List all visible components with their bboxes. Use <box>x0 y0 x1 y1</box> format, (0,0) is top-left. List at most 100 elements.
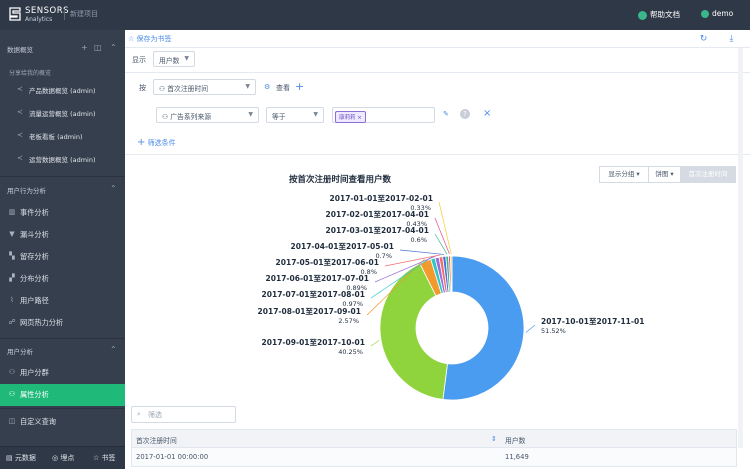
sidebar-item-user-segments[interactable]: ⚇ 用户分群 <box>0 362 125 384</box>
sidebar-item-label: 流量运营概览 (admin) <box>29 110 96 118</box>
pie-slice-percent: 0.43% <box>406 220 427 228</box>
pie-slice-percent: 2.57% <box>338 317 359 325</box>
sidebar-item-label: 分布分析 <box>20 274 49 283</box>
heatmap-icon: ☍ <box>8 318 16 326</box>
bookmarks-button[interactable]: ☆ 书签 <box>93 453 116 463</box>
sidebar-item-funnel[interactable]: ▼ 漏斗分析 <box>0 224 125 246</box>
sidebar-item-retention[interactable]: ▚ 留存分析 <box>0 246 125 268</box>
pie-slice-label: 2017-01-01至2017-02-01 <box>330 194 433 203</box>
overview-section-title: 数据概览 <box>7 46 33 54</box>
distribution-icon: ▞ <box>9 274 15 282</box>
top-bar: SENSORS Analytics 新建项目 帮助文档 demo <box>0 0 750 30</box>
sidebar-divider <box>0 408 125 409</box>
sidebar-item-label: 事件分析 <box>20 208 49 217</box>
pie-slice-percent: 51.52% <box>541 327 566 335</box>
scrollbar[interactable] <box>738 48 743 448</box>
pie-slice-percent: 0.89% <box>346 284 367 292</box>
collapse-up-icon[interactable]: ⌃ <box>110 345 117 354</box>
sidebar-item-user-path[interactable]: ⌇ 用户路径 <box>0 290 125 312</box>
user-property-icon: ⚇ <box>8 390 16 398</box>
pie-slice-label: 2017-08-01至2017-09-01 <box>258 307 361 316</box>
pie-slice-percent: 0.7% <box>375 252 392 260</box>
pie-slice-percent: 0.33% <box>410 204 431 212</box>
behavior-section-title: 用户行为分析 <box>7 187 46 195</box>
sidebar-item-distribution[interactable]: ▞ 分布分析 <box>0 268 125 290</box>
sidebar-item-label: 漏斗分析 <box>20 230 49 239</box>
retention-icon: ▚ <box>9 252 15 260</box>
pie-slice-percent: 0.6% <box>410 236 427 244</box>
sidebar-item-custom-query[interactable]: ◫ 自定义查询 <box>0 411 125 433</box>
share-icon: ≺ <box>17 131 23 139</box>
column-header-time[interactable]: 首次注册时间 <box>136 435 177 445</box>
help-label: 帮助文档 <box>650 10 680 19</box>
sidebar-item-shared-3[interactable]: ≺ 运营数据概览 (admin) <box>0 148 125 170</box>
share-icon: ≺ <box>17 108 23 116</box>
sidebar-item-label: 留存分析 <box>20 252 49 261</box>
sidebar-item-label: 用户分群 <box>20 368 49 377</box>
pie-slice-label: 2017-09-01至2017-10-01 <box>262 338 365 347</box>
user-name: demo <box>712 9 734 18</box>
project-selector[interactable]: 新建项目 <box>64 9 98 20</box>
help-icon <box>638 10 647 20</box>
user-menu[interactable]: demo <box>701 9 733 18</box>
pie-slice-percent: 40.25% <box>338 348 363 356</box>
main-content: ☆ 保存为书签 ↻ ⤓ 显示 用户数 ▼ 按 ⚇ 首次注册时间 ▼ ⚙ 查看 + ⚇… <box>125 30 750 469</box>
sidebar-item-shared-2[interactable]: ≺ 老板看板 (admin) <box>0 125 125 147</box>
collapse-up-icon[interactable]: ⌃ <box>110 184 117 193</box>
manage-icon[interactable]: ◫ <box>94 43 102 52</box>
brand-subtitle: Analytics <box>25 16 53 23</box>
pie-leader-line <box>438 201 452 255</box>
sidebar-item-shared-0[interactable]: ≺ 产品数据概览 (admin) <box>0 79 125 101</box>
user-section-title: 用户分析 <box>7 348 33 356</box>
table-cell-time: 2017-01-01 00:00:00 <box>136 453 209 461</box>
pie-slice-label: 2017-05-01至2017-06-01 <box>276 258 379 267</box>
sidebar-bottom-bar: ▤ 元数据 ◎ 埋点 ☆ 书签 <box>0 446 125 469</box>
table-filter-input[interactable]: ⌕ 筛选 <box>131 406 236 423</box>
sidebar-item-shared-1[interactable]: ≺ 流量运营概览 (admin) <box>0 102 125 124</box>
pie-leader-line <box>525 324 536 333</box>
tracking-button[interactable]: ◎ 埋点 <box>52 453 74 463</box>
users-icon: ⚇ <box>8 368 16 376</box>
user-avatar-icon <box>701 10 709 18</box>
sidebar-divider <box>0 338 125 339</box>
pie-slice[interactable] <box>442 255 525 400</box>
pie-slice-label: 2017-06-01至2017-07-01 <box>266 274 369 283</box>
sidebar-item-event-analysis[interactable]: ▥ 事件分析 <box>0 202 125 224</box>
sort-icon[interactable]: ⇕ <box>491 435 497 443</box>
query-icon: ◫ <box>8 417 16 425</box>
sensors-logo-icon <box>9 7 21 21</box>
sidebar-item-heatmap[interactable]: ☍ 网页热力分析 <box>0 312 125 334</box>
sidebar-item-label: 产品数据概览 (admin) <box>29 87 96 95</box>
pie-leader-line <box>399 249 445 255</box>
pie-leader-line <box>370 340 380 347</box>
pie-slice-percent: 0.97% <box>342 300 363 308</box>
table-row: 2017-01-01 00:00:00 11,649 <box>131 448 737 467</box>
table-cell-users: 11,649 <box>505 453 529 461</box>
shared-overview-title: 分享给我的概览 <box>9 70 52 77</box>
sidebar: 数据概览 + ◫ ⌃ 分享给我的概览 ≺ 产品数据概览 (admin) ≺ 流量运营… <box>0 30 125 469</box>
sidebar-item-label: 运营数据概览 (admin) <box>29 156 96 164</box>
bar-chart-icon: ▥ <box>8 208 16 216</box>
metadata-label: 元数据 <box>14 454 36 462</box>
sidebar-divider <box>0 176 125 177</box>
brand-name: SENSORS <box>25 6 70 16</box>
sidebar-item-property-analysis[interactable]: ⚇ 属性分析 <box>0 384 125 406</box>
sidebar-item-label: 用户路径 <box>20 296 49 305</box>
bookmarks-label: 书签 <box>101 454 116 462</box>
pie-slice-percent: 0.8% <box>360 268 377 276</box>
collapse-up-icon[interactable]: ⌃ <box>110 43 117 52</box>
path-icon: ⌇ <box>10 296 14 304</box>
help-docs-link[interactable]: 帮助文档 <box>638 9 680 20</box>
sidebar-item-label: 自定义查询 <box>20 417 56 426</box>
funnel-icon: ▼ <box>9 230 15 238</box>
pie-slice-label: 2017-10-01至2017-11-01 <box>541 317 644 326</box>
share-icon: ≺ <box>17 85 23 93</box>
sidebar-item-label: 老板看板 (admin) <box>29 133 83 141</box>
filter-placeholder: 筛选 <box>148 411 162 419</box>
share-icon: ≺ <box>17 154 23 162</box>
sidebar-item-label: 属性分析 <box>20 390 49 399</box>
add-icon[interactable]: + <box>81 43 88 52</box>
metadata-button[interactable]: ▤ 元数据 <box>6 453 36 463</box>
column-header-users[interactable]: 用户数 <box>505 435 525 445</box>
tracking-label: 埋点 <box>60 454 75 462</box>
